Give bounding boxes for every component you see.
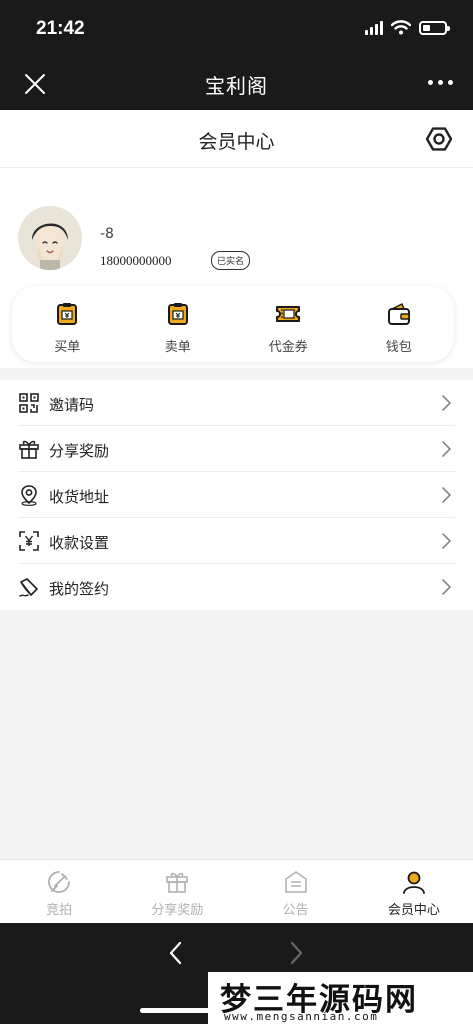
status-icons	[365, 20, 450, 35]
watermark: 梦三年源码网 www.mengsannian.com	[208, 972, 473, 1024]
tab-bar: 竞拍 分享奖励 公告 会员中心	[0, 859, 473, 923]
menu-item-label: 收款设置	[49, 534, 110, 552]
quick-action-sell-orders[interactable]: 卖单	[123, 286, 234, 362]
page-header: 会员中心	[0, 110, 473, 168]
menu-item-label: 邀请码	[49, 396, 95, 414]
wallet-icon	[387, 303, 410, 325]
menu-item-share-rewards[interactable]: 分享奖励	[0, 426, 473, 472]
menu-item-label: 分享奖励	[49, 442, 110, 460]
status-bar: 21:42	[0, 0, 473, 58]
verified-badge: 已实名	[211, 251, 251, 270]
wifi-icon	[391, 20, 411, 35]
status-time: 21:42	[36, 18, 85, 39]
menu-item-shipping-address[interactable]: 收货地址	[0, 472, 473, 518]
sign-icon	[19, 578, 38, 597]
tab-label: 公告	[282, 903, 309, 918]
chevron-right-icon	[442, 441, 451, 457]
notice-icon	[284, 871, 307, 893]
quick-action-label: 代金券	[268, 340, 308, 355]
forward-icon[interactable]	[286, 939, 306, 967]
user-phone: 18000000000	[100, 253, 172, 268]
tab-label: 分享奖励	[151, 903, 204, 918]
quick-action-label: 钱包	[385, 340, 412, 355]
auction-icon	[48, 871, 71, 893]
menu-item-my-contracts[interactable]: 我的签约	[0, 564, 473, 610]
avatar[interactable]	[18, 206, 82, 270]
more-icon[interactable]	[428, 80, 453, 85]
tab-label: 会员中心	[387, 903, 440, 918]
location-icon	[21, 485, 37, 506]
user-icon	[402, 871, 425, 894]
menu-item-invite-code[interactable]: 邀请码	[0, 380, 473, 426]
tab-auction[interactable]: 竞拍	[0, 860, 118, 923]
voucher-icon	[276, 306, 301, 322]
page-title: 会员中心	[198, 131, 275, 153]
quick-actions-card: 买单 卖单 代金券 钱包	[12, 286, 454, 362]
watermark-url: www.mengsannian.com	[224, 1010, 379, 1023]
quick-action-vouchers[interactable]: 代金券	[233, 286, 344, 362]
quick-action-buy-orders[interactable]: 买单	[12, 286, 123, 362]
menu-item-payment-settings[interactable]: 收款设置	[0, 518, 473, 564]
app-title: 宝利阁	[205, 74, 268, 98]
battery-icon	[419, 20, 450, 35]
yen-scan-icon	[19, 531, 39, 551]
gift-icon	[19, 440, 39, 459]
settings-icon[interactable]	[425, 125, 453, 153]
tab-notices[interactable]: 公告	[237, 860, 355, 923]
qr-code-icon	[19, 393, 39, 413]
user-name: -8	[100, 226, 114, 242]
avatar-image	[18, 206, 82, 270]
clipboard-icon	[57, 303, 78, 325]
menu-item-label: 我的签约	[49, 580, 110, 598]
menu-item-label: 收货地址	[49, 488, 110, 506]
tab-share-rewards[interactable]: 分享奖励	[118, 860, 236, 923]
chevron-right-icon	[442, 579, 451, 595]
chevron-right-icon	[442, 533, 451, 549]
tab-member-center[interactable]: 会员中心	[355, 860, 473, 923]
quick-action-label: 买单	[54, 340, 81, 355]
chevron-right-icon	[442, 487, 451, 503]
menu-list: 邀请码 分享奖励 收货地址 收款设置 我的签约	[0, 380, 473, 610]
clipboard-icon	[167, 303, 188, 325]
gift-icon	[166, 872, 189, 893]
quick-action-label: 卖单	[164, 340, 191, 355]
app-bar: 宝利阁	[0, 58, 473, 110]
signal-icon	[365, 20, 383, 35]
back-icon[interactable]	[166, 939, 186, 967]
quick-action-wallet[interactable]: 钱包	[344, 286, 455, 362]
chevron-right-icon	[442, 395, 451, 411]
tab-label: 竞拍	[46, 903, 73, 918]
